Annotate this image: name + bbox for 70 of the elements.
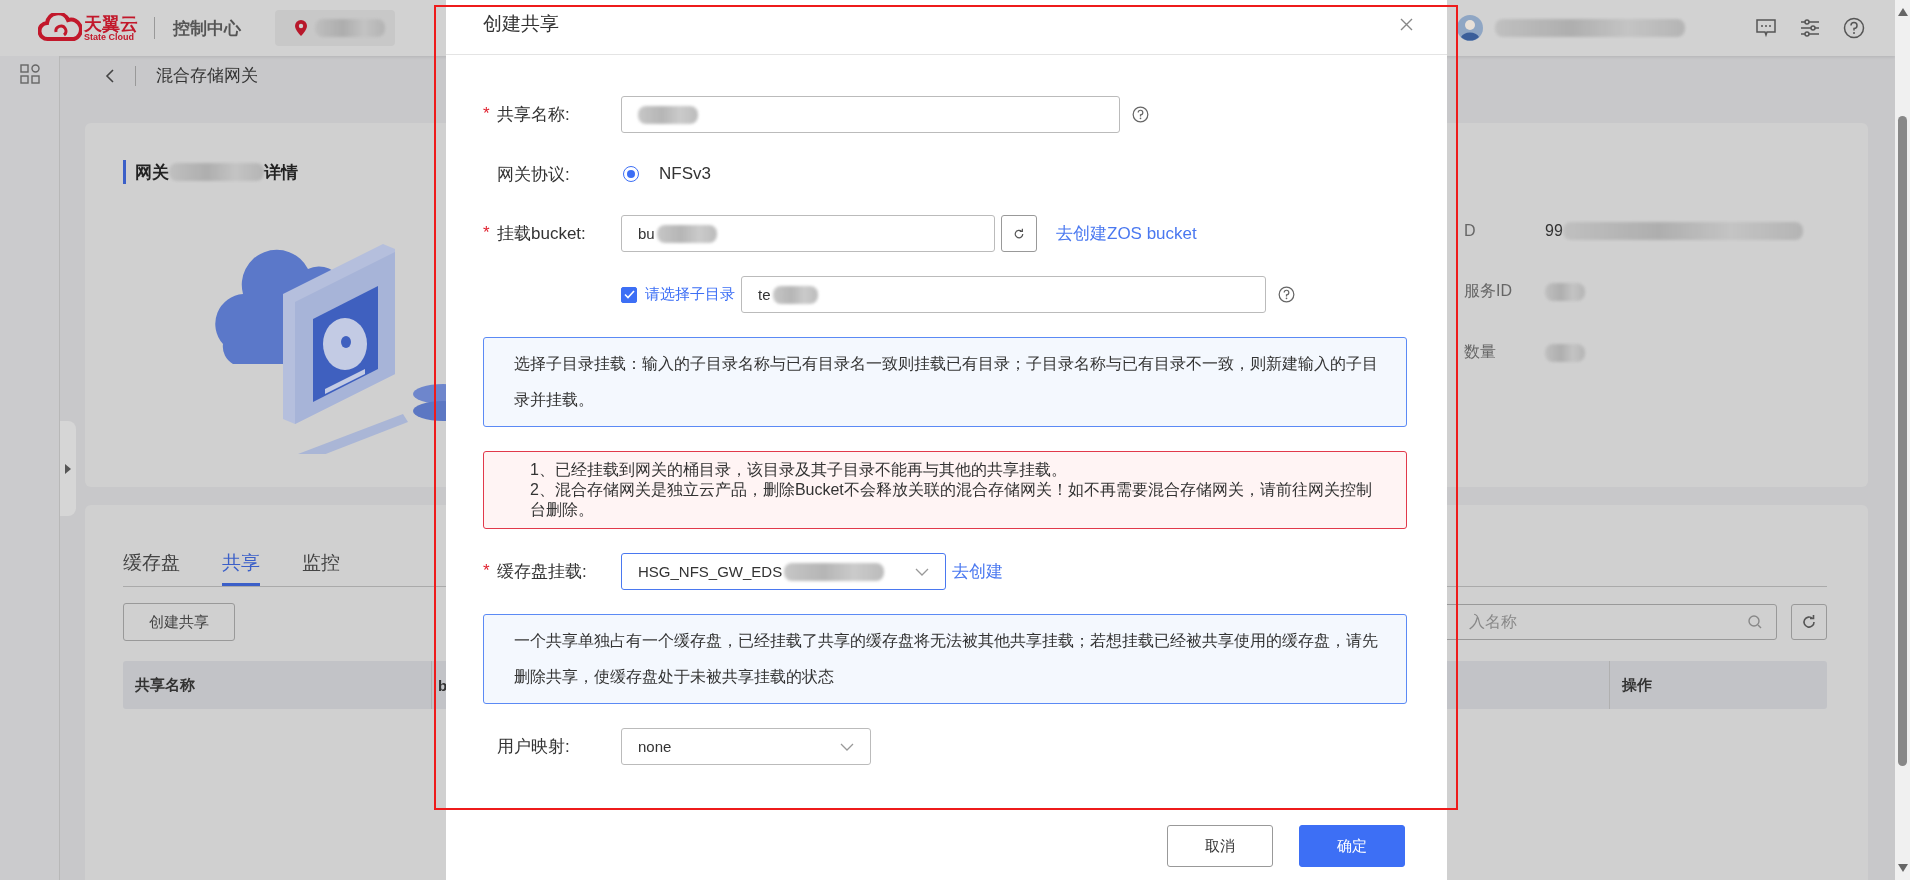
field-label: D [1464, 221, 1477, 240]
refresh-button[interactable] [1791, 604, 1827, 640]
create-share-button[interactable]: 创建共享 [123, 603, 235, 641]
field-value: 99 [1545, 221, 1563, 240]
field-label: 用户映射: [497, 736, 570, 758]
refresh-button[interactable] [1001, 215, 1037, 252]
blurred-text [772, 285, 818, 304]
caret-icon [65, 463, 71, 474]
field-label: 挂载bucket: [497, 223, 586, 245]
field-label: 共享名称: [497, 104, 570, 126]
select-field[interactable]: HSG_NFS_GW_EDS [621, 553, 946, 590]
checkbox[interactable] [621, 286, 637, 303]
scrollbar[interactable] [1895, 0, 1910, 880]
help-icon[interactable] [1132, 106, 1149, 123]
create-link[interactable]: 去创建 [952, 560, 1003, 583]
scroll-down-icon[interactable] [1897, 864, 1908, 872]
back-icon[interactable] [105, 67, 115, 84]
detail-title: 网关 [135, 161, 169, 184]
select-field[interactable]: none [621, 728, 871, 765]
page-title: 混合存储网关 [156, 65, 258, 87]
field-label: 缓存盘挂载: [497, 561, 587, 583]
blurred-text [656, 224, 717, 243]
blurred-text [638, 105, 698, 124]
region-selector[interactable] [275, 10, 395, 46]
scroll-up-icon[interactable] [1897, 8, 1908, 16]
note-text: 选择子目录挂载：输入的子目录名称与已有目录名一致则挂载已有目录；子目录名称与已有目录不一致，则新建输入的子目录并挂载。 [514, 354, 1379, 410]
required-mark: * [483, 223, 490, 243]
refresh-icon [1801, 614, 1817, 630]
input-field[interactable]: te [741, 276, 1266, 313]
blurred-text [315, 19, 385, 37]
chevron-down-icon [915, 567, 929, 576]
close-icon[interactable] [1400, 17, 1413, 31]
console-title[interactable]: 控制中心 [173, 16, 241, 40]
refresh-icon [1013, 227, 1025, 240]
search-icon [1748, 615, 1762, 629]
column-header: 共享名称 [123, 661, 432, 709]
chevron-down-icon [840, 742, 854, 751]
settings-sliders-icon[interactable] [1799, 18, 1821, 38]
tab[interactable]: 监控 [302, 550, 340, 586]
note-text: 1、已经挂载到网关的桶目录，该目录及其子目录不能再与其他的共享挂载。 [530, 460, 1068, 480]
create-bucket-link[interactable]: 去创建ZOS bucket [1056, 222, 1197, 245]
input-field[interactable] [621, 96, 1120, 133]
message-icon[interactable] [1755, 18, 1777, 38]
column-header: 操作 [1621, 674, 1653, 695]
detail-title: 详情 [264, 161, 298, 184]
logo-title: 天翼云 [84, 14, 138, 33]
help-icon[interactable] [1843, 17, 1865, 39]
required-mark: * [483, 104, 490, 124]
cloud-logo-icon[interactable] [38, 13, 82, 43]
location-pin-icon [295, 20, 307, 36]
required-mark: * [483, 561, 490, 581]
note-text: 2、混合存储网关是独立云产品，删除Bucket不会释放关联的混合存储网关！如不再需要混合存储网关，请前往网关控制台删除。 [530, 480, 1373, 520]
apps-grid-icon[interactable] [19, 64, 40, 84]
help-icon[interactable] [1278, 286, 1295, 303]
radio-label: NFSv3 [659, 164, 711, 184]
logo-subtitle: State Cloud [84, 32, 134, 42]
field-label: 数量 [1464, 342, 1497, 362]
tab[interactable]: 共享 [222, 550, 260, 586]
blurred-text [1545, 343, 1585, 362]
tab[interactable]: 缓存盘 [123, 550, 180, 586]
cancel-button[interactable]: 取消 [1167, 825, 1273, 867]
field-label: 服务ID [1464, 281, 1513, 301]
confirm-button[interactable]: 确定 [1299, 825, 1405, 867]
field-label: 网关协议: [497, 163, 570, 186]
input-field[interactable]: bu [621, 215, 995, 252]
dialog-title: 创建共享 [483, 12, 559, 36]
checkbox-label[interactable]: 请选择子目录 [645, 285, 735, 304]
blurred-text [1545, 282, 1585, 301]
avatar-icon[interactable] [1457, 15, 1483, 41]
collapse-handle[interactable] [60, 421, 76, 516]
